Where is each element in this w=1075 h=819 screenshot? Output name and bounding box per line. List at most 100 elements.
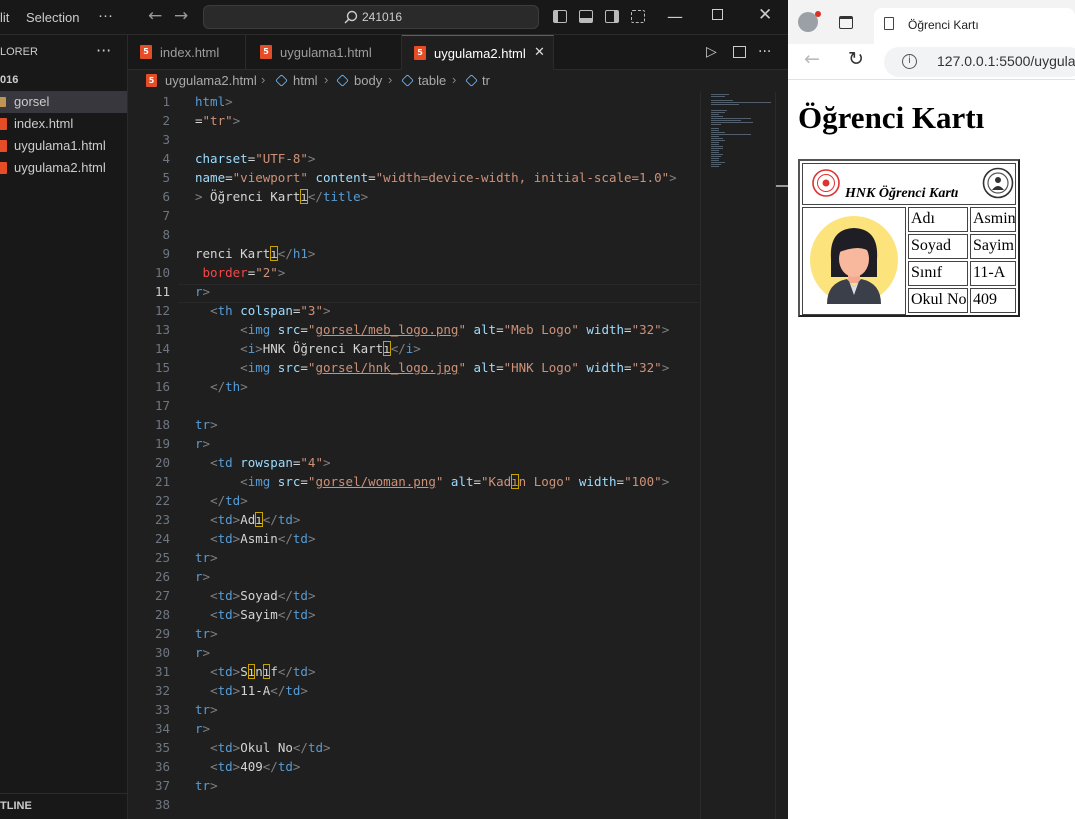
- command-center[interactable]: 241016: [203, 5, 539, 29]
- minimap-line: [711, 112, 725, 113]
- maximize-icon[interactable]: [712, 9, 723, 20]
- breadcrumb-tr[interactable]: tr: [482, 73, 490, 88]
- browser-tab-title: Öğrenci Kartı: [908, 18, 979, 32]
- forward-arrow-icon[interactable]: →: [174, 6, 188, 26]
- minimap-line: [711, 164, 721, 165]
- minimap[interactable]: [700, 92, 775, 819]
- editor-more-icon[interactable]: ···: [758, 44, 771, 60]
- line-number: 5: [162, 170, 170, 185]
- minimap-line: [711, 120, 741, 121]
- line-number: 17: [154, 398, 170, 413]
- minimap-line: [711, 116, 723, 117]
- line-number: 32: [154, 683, 170, 698]
- breadcrumb-file[interactable]: uygulama2.html: [165, 73, 257, 88]
- minimap-line: [711, 128, 719, 129]
- row-label-cell: Adı: [908, 207, 968, 232]
- line-number: 36: [154, 759, 170, 774]
- toggle-panel-icon[interactable]: [579, 10, 593, 23]
- toggle-sidebar-icon[interactable]: [553, 10, 567, 23]
- reload-icon[interactable]: ↻: [848, 48, 864, 70]
- site-info-icon[interactable]: i: [902, 54, 917, 69]
- title-bar: lit Selection ··· ← → 241016 — ✕: [0, 0, 788, 35]
- chevron-right-icon: ›: [261, 72, 266, 87]
- minimap-line: [711, 148, 723, 149]
- explorer-header: LORER: [0, 46, 38, 58]
- address-bar[interactable]: i 127.0.0.1:5500/uygulam: [884, 47, 1075, 77]
- minimap-line: [711, 158, 719, 159]
- browser-window: Öğrenci Kartı ← ↻ i 127.0.0.1:5500/uygul…: [788, 0, 1075, 819]
- minimap-line: [711, 94, 729, 95]
- customize-layout-icon[interactable]: [631, 10, 645, 23]
- chevron-right-icon: ›: [452, 72, 457, 87]
- tab-close-icon[interactable]: ✕: [534, 44, 545, 60]
- minimap-line: [711, 166, 719, 167]
- tab-actions-icon[interactable]: [839, 16, 853, 29]
- workspace-name: 241016: [362, 10, 403, 24]
- row-label: Adı: [911, 210, 935, 227]
- browser-tab-strip: Öğrenci Kartı: [788, 0, 1075, 44]
- page-heading: Öğrenci Kartı: [798, 100, 985, 135]
- line-numbers: 1 2 3 4 5 6 7 8 9 10 11 12 13 14 15 16 17 18 19 20 21 22 23 24 2…: [128, 92, 178, 819]
- explorer-item-uygulama1[interactable]: uygulama1.html: [0, 135, 127, 157]
- run-icon[interactable]: ▷: [706, 44, 717, 60]
- html5-icon: [0, 140, 7, 152]
- line-number: 21: [154, 474, 170, 489]
- back-arrow-icon[interactable]: ←: [148, 6, 162, 26]
- split-editor-icon[interactable]: [733, 46, 746, 58]
- toggle-secondary-sidebar-icon[interactable]: [605, 10, 619, 23]
- line-number: 30: [154, 645, 170, 660]
- editor-scrollbar[interactable]: [775, 92, 788, 819]
- row-label: Soyad: [911, 237, 951, 254]
- line-number: 15: [154, 360, 170, 375]
- line-number: 35: [154, 740, 170, 755]
- back-arrow-icon[interactable]: ←: [804, 48, 820, 70]
- element-cube-icon: [275, 74, 288, 87]
- minimap-line: [711, 154, 723, 155]
- row-value-cell: Sayim: [970, 234, 1016, 259]
- browser-nav-bar: ← ↻ i 127.0.0.1:5500/uygulam: [788, 44, 1075, 80]
- minimap-line: [711, 102, 771, 103]
- chevron-right-icon: ›: [324, 72, 329, 87]
- tab-uygulama1[interactable]: 5 uygulama1.html: [246, 35, 402, 70]
- line-number: 14: [154, 341, 170, 356]
- code-editor[interactable]: html> ="tr"> charset="UTF-8"> name="view…: [178, 92, 700, 819]
- minimap-line: [711, 136, 719, 137]
- line-number: 6: [162, 189, 170, 204]
- line-number: 38: [154, 797, 170, 812]
- tab-uygulama2[interactable]: 5 uygulama2.html ✕: [402, 35, 554, 70]
- row-label-cell: Sınıf: [908, 261, 968, 286]
- menu-edit[interactable]: lit: [0, 10, 9, 25]
- menu-selection[interactable]: Selection: [26, 10, 79, 25]
- row-value-cell: Asmin: [970, 207, 1016, 232]
- explorer-item-index[interactable]: index.html: [0, 113, 127, 135]
- minimap-line: [711, 144, 719, 145]
- row-label: Okul No: [911, 291, 967, 308]
- menu-more[interactable]: ···: [98, 7, 113, 24]
- explorer-item-uygulama2[interactable]: uygulama2.html: [0, 157, 127, 179]
- line-number: 8: [162, 227, 170, 242]
- explorer-more-icon[interactable]: ···: [96, 41, 111, 60]
- workspace-folder[interactable]: 016: [0, 74, 18, 86]
- hnk-logo-icon: [982, 167, 1014, 199]
- html5-icon: [0, 118, 7, 130]
- breadcrumb-html[interactable]: html: [293, 73, 318, 88]
- element-cube-icon: [336, 74, 349, 87]
- minimize-icon[interactable]: —: [667, 7, 683, 26]
- minimap-line: [711, 162, 725, 163]
- close-window-icon[interactable]: ✕: [758, 5, 772, 25]
- line-number: 18: [154, 417, 170, 432]
- line-number: 12: [154, 303, 170, 318]
- line-number: 9: [162, 246, 170, 261]
- browser-tab[interactable]: Öğrenci Kartı: [874, 8, 1075, 44]
- outline-section[interactable]: TLINE: [0, 793, 127, 819]
- breadcrumb-body[interactable]: body: [354, 73, 382, 88]
- explorer-item-gorsel[interactable]: gorsel: [0, 91, 127, 113]
- row-value: 409: [973, 291, 997, 308]
- line-number: 31: [154, 664, 170, 679]
- tab-index[interactable]: 5 index.html: [128, 35, 246, 70]
- breadcrumb-table[interactable]: table: [418, 73, 446, 88]
- minimap-line: [711, 134, 751, 135]
- line-number: 26: [154, 569, 170, 584]
- minimap-line: [711, 142, 719, 143]
- line-number: 37: [154, 778, 170, 793]
